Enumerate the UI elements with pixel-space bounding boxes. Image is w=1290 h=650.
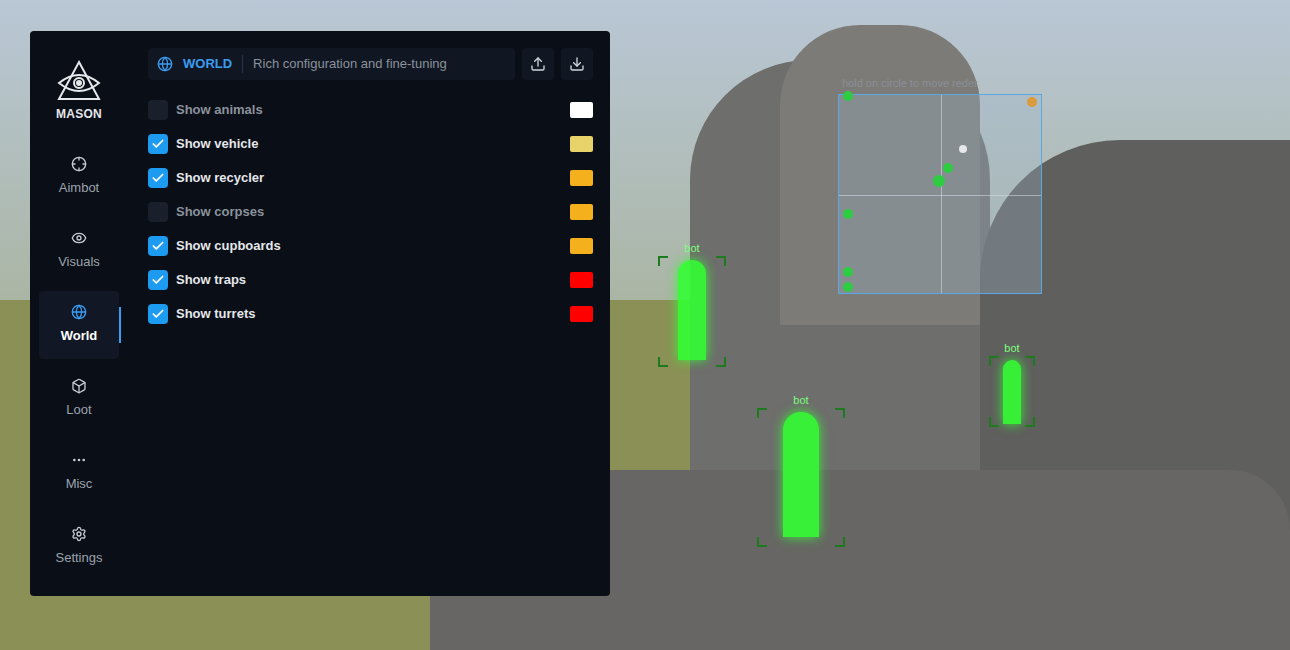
checkbox[interactable]: [148, 168, 168, 188]
globe-icon: [157, 56, 173, 72]
radar[interactable]: [838, 94, 1042, 294]
sidebar-item-icon: [71, 378, 87, 394]
checkbox[interactable]: [148, 304, 168, 324]
color-swatch[interactable]: [570, 102, 593, 118]
check-icon: [151, 137, 165, 151]
check-icon: [151, 273, 165, 287]
header-title: WORLD: [183, 54, 232, 74]
option-row[interactable]: Show recycler: [148, 161, 593, 195]
color-swatch[interactable]: [570, 204, 593, 220]
sidebar-item[interactable]: World: [39, 291, 119, 359]
option-label: Show turrets: [176, 304, 570, 324]
checkbox[interactable]: [148, 100, 168, 120]
option-label: Show vehicle: [176, 134, 570, 154]
checkbox[interactable]: [148, 202, 168, 222]
player-esp: bot: [757, 395, 845, 547]
sidebar: MASON AimbotVisualsWorldLootMiscSettings: [30, 31, 128, 596]
option-row[interactable]: Show turrets: [148, 297, 593, 331]
menu-panel: MASONAimbotVisualsWorldLootMiscSettingsW…: [30, 31, 610, 596]
header-subtitle: Rich configuration and fine-tuning: [253, 54, 447, 74]
check-icon: [151, 171, 165, 185]
sidebar-item[interactable]: Settings: [39, 513, 119, 581]
import-button[interactable]: [561, 48, 593, 80]
option-row[interactable]: Show animals: [148, 93, 593, 127]
sidebar-item[interactable]: Loot: [39, 365, 119, 433]
player-figure: [783, 412, 818, 537]
content: WORLD Rich configuration and fine-tuning S…: [128, 31, 610, 596]
player-label: bot: [793, 395, 808, 406]
sidebar-item[interactable]: Aimbot: [39, 143, 119, 211]
download-icon: [569, 56, 585, 72]
option-label: Show animals: [176, 100, 570, 120]
color-swatch[interactable]: [570, 136, 593, 152]
app-name: MASON: [56, 105, 102, 123]
option-label: Show corpses: [176, 202, 570, 222]
option-label: Show cupboards: [176, 236, 570, 256]
player-figure: [678, 260, 705, 360]
active-indicator: [119, 307, 121, 343]
option-row[interactable]: Show corpses: [148, 195, 593, 229]
header-bar: WORLD Rich configuration and fine-tuning: [148, 48, 515, 80]
check-icon: [151, 239, 165, 253]
color-swatch[interactable]: [570, 306, 593, 322]
app-root: hold on circle to move reder bot bot bot MAS…: [0, 0, 1290, 650]
option-row[interactable]: Show cupboards: [148, 229, 593, 263]
player-esp: bot: [658, 243, 726, 367]
sidebar-item-icon: [71, 230, 87, 246]
option-row[interactable]: Show traps: [148, 263, 593, 297]
option-label: Show recycler: [176, 168, 570, 188]
options-list: Show animals Show vehicle Show recycler Sho…: [148, 93, 593, 331]
logo: MASON: [30, 59, 128, 123]
sidebar-item-icon: [71, 304, 87, 320]
color-swatch[interactable]: [570, 272, 593, 288]
player-figure: [1003, 360, 1021, 424]
checkbox[interactable]: [148, 270, 168, 290]
checkbox[interactable]: [148, 236, 168, 256]
color-swatch[interactable]: [570, 170, 593, 186]
checkbox[interactable]: [148, 134, 168, 154]
sidebar-item-icon: [71, 526, 87, 542]
header: WORLD Rich configuration and fine-tuning: [148, 48, 593, 80]
color-swatch[interactable]: [570, 238, 593, 254]
check-icon: [151, 307, 165, 321]
player-esp: bot: [989, 343, 1035, 427]
sidebar-item[interactable]: Misc: [39, 439, 119, 507]
export-button[interactable]: [522, 48, 554, 80]
sidebar-item-icon: [71, 452, 87, 468]
sidebar-item[interactable]: Visuals: [39, 217, 119, 285]
player-label: bot: [684, 243, 699, 254]
radar-hint: hold on circle to move reder: [842, 75, 978, 92]
option-row[interactable]: Show vehicle: [148, 127, 593, 161]
sidebar-item-icon: [71, 156, 87, 172]
option-label: Show traps: [176, 270, 570, 290]
player-label: bot: [1004, 343, 1019, 354]
upload-icon: [530, 56, 546, 72]
eye-triangle-logo-icon: [54, 59, 104, 103]
